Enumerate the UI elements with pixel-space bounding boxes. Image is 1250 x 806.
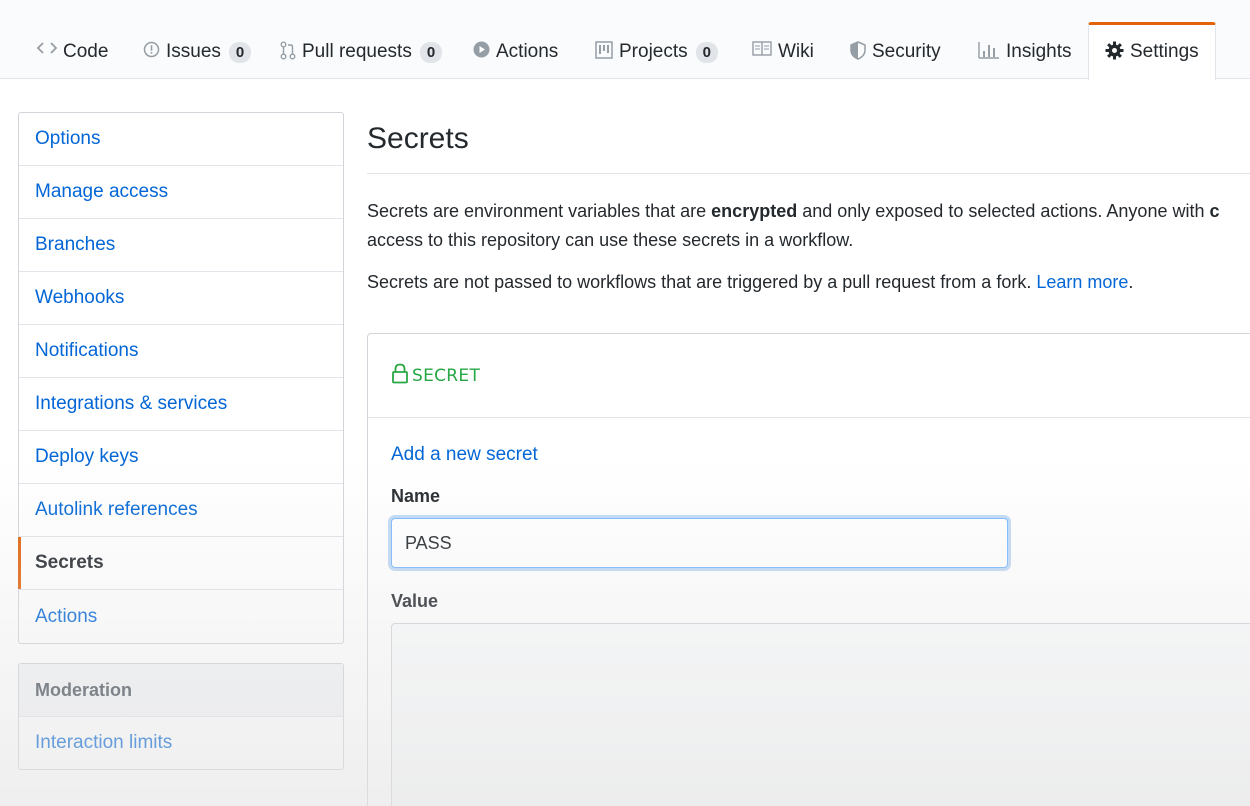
sidebar-item-notifications[interactable]: Notifications: [19, 325, 343, 378]
sidebar-item-integrations[interactable]: Integrations & services: [19, 378, 343, 431]
sidebar-item-secrets[interactable]: Secrets: [18, 537, 343, 590]
fork-text: Secrets are not passed to workflows that…: [367, 272, 1037, 292]
tab-label: Security: [872, 41, 941, 62]
sidebar-item-branches[interactable]: Branches: [19, 219, 343, 272]
sidebar-item-label: Integrations & services: [35, 393, 228, 414]
secret-value-textarea[interactable]: [391, 623, 1250, 806]
play-icon: [473, 41, 490, 58]
secret-form-box: SECRET Add a new secret Name Value: [367, 333, 1250, 806]
tab-label: Projects: [619, 41, 688, 62]
page-title: Secrets: [367, 112, 1250, 174]
sidebar-item-interaction-limits[interactable]: Interaction limits: [19, 717, 343, 769]
sidebar-item-label: Autolink references: [35, 499, 198, 520]
secret-badge-label: SECRET: [412, 365, 481, 386]
issues-counter: 0: [228, 42, 252, 63]
tab-pull-requests[interactable]: Pull requests 0: [280, 22, 443, 79]
desc-text: and only exposed to selected actions. An…: [797, 201, 1210, 221]
sidebar-item-label: Manage access: [35, 181, 169, 202]
secret-badge: SECRET: [391, 363, 480, 389]
gear-icon: [1105, 41, 1124, 60]
sidebar-item-label: Actions: [35, 605, 98, 627]
sidebar-item-label: Webhooks: [35, 287, 125, 308]
tab-wiki[interactable]: Wiki: [752, 22, 814, 79]
desc-bold: c: [1209, 201, 1220, 221]
sidebar-item-label: Deploy keys: [35, 446, 139, 467]
tab-label: Wiki: [778, 41, 814, 62]
lock-icon: [391, 363, 412, 389]
tab-label: Settings: [1130, 41, 1199, 62]
secrets-description: Secrets are environment variables that a…: [367, 197, 1250, 255]
tab-code[interactable]: Code: [37, 22, 108, 79]
name-label: Name: [391, 486, 441, 506]
issue-icon: [143, 41, 160, 58]
book-icon: [752, 41, 772, 56]
tab-settings[interactable]: Settings: [1088, 22, 1216, 80]
sidebar-item-label: Options: [35, 128, 101, 149]
tab-label: Issues: [166, 41, 221, 62]
tab-issues[interactable]: Issues 0: [143, 22, 252, 79]
project-icon: [595, 41, 613, 59]
sidebar-item-webhooks[interactable]: Webhooks: [19, 272, 343, 325]
graph-icon: [978, 41, 1000, 59]
sidebar-item-manage-access[interactable]: Manage access: [19, 166, 343, 219]
tab-label: Code: [63, 41, 109, 62]
sidebar-item-actions[interactable]: Actions: [19, 590, 343, 643]
sidebar-item-label: Branches: [35, 234, 116, 255]
learn-more-link[interactable]: Learn more: [1036, 272, 1128, 292]
shield-icon: [850, 41, 866, 60]
tab-label: Insights: [1006, 41, 1072, 62]
desc-text: Secrets are environment variables that a…: [367, 201, 712, 221]
secret-box-header: SECRET: [368, 334, 1250, 418]
secret-name-input[interactable]: [391, 518, 1008, 568]
projects-counter: 0: [695, 42, 718, 63]
pull-requests-counter: 0: [419, 42, 443, 63]
secrets-page: Secrets Secrets are environment variable…: [367, 112, 1250, 806]
value-label: Value: [391, 591, 439, 611]
sidebar-item-label: Interaction limits: [35, 732, 173, 753]
pull-request-icon: [280, 41, 296, 60]
settings-sidebar: Options Manage access Branches Webhooks …: [18, 112, 344, 644]
code-icon: [37, 41, 57, 55]
tab-actions[interactable]: Actions: [473, 22, 558, 79]
repo-nav: Code Issues 0 Pull requests 0 Actions Pr…: [0, 0, 1250, 80]
sidebar-item-label: Notifications: [35, 340, 139, 361]
desc-bold: encrypted: [711, 201, 798, 221]
moderation-sidebar: Moderation Interaction limits: [18, 663, 344, 770]
add-new-secret-link[interactable]: Add a new secret: [391, 444, 1250, 466]
sidebar-item-options[interactable]: Options: [19, 113, 343, 166]
fork-period: .: [1128, 272, 1134, 292]
moderation-heading: Moderation: [19, 664, 343, 717]
tab-projects[interactable]: Projects 0: [595, 22, 718, 79]
sidebar-item-autolink-references[interactable]: Autolink references: [19, 484, 343, 537]
tab-label: Pull requests: [302, 41, 412, 62]
tab-security[interactable]: Security: [850, 22, 941, 79]
sidebar-item-label: Secrets: [35, 552, 104, 573]
tab-label: Actions: [496, 41, 559, 62]
secret-form: Add a new secret Name Value: [368, 444, 1250, 806]
desc-text: access to this repository can use these …: [367, 230, 854, 250]
fork-note: Secrets are not passed to workflows that…: [367, 268, 1250, 297]
sidebar-item-deploy-keys[interactable]: Deploy keys: [19, 431, 343, 484]
tab-insights[interactable]: Insights: [978, 22, 1071, 79]
